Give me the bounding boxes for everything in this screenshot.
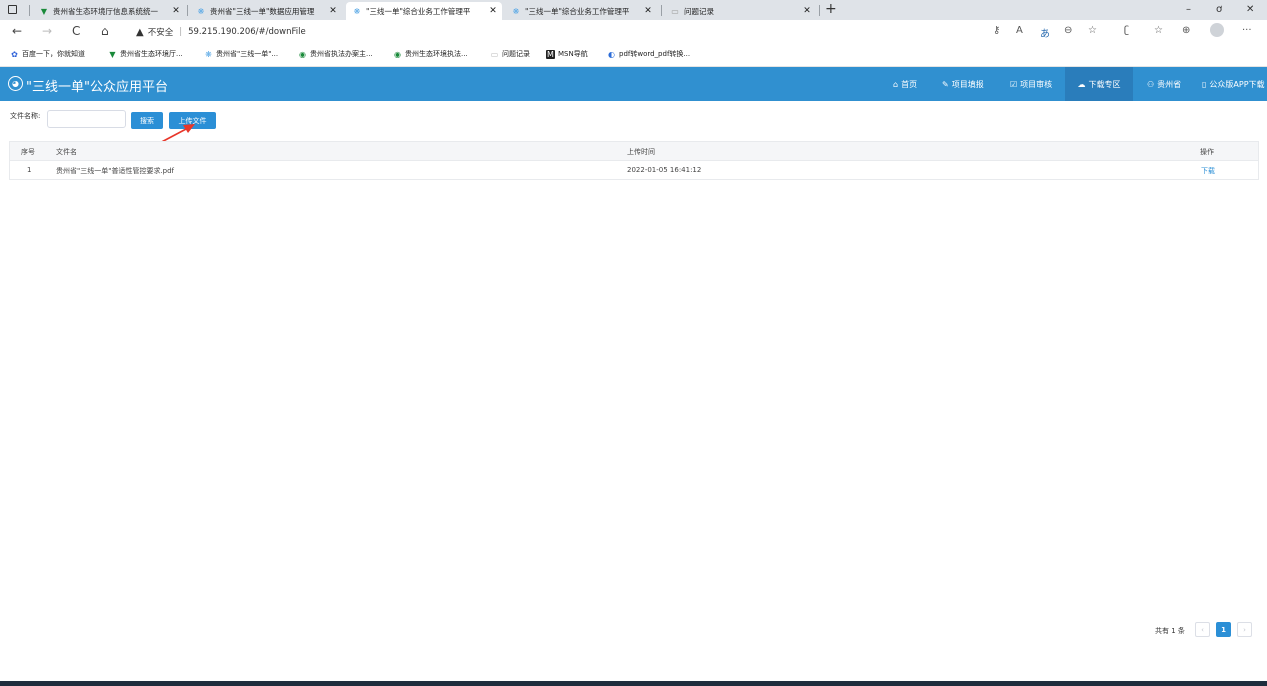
- warning-icon: ▲: [136, 26, 144, 38]
- browser-tab-strip: ▼ 贵州省生态环境厅信息系统统一 ✕ ❋ 贵州省"三线一单"数据应用管理 ✕ ❋…: [0, 0, 1267, 20]
- bookmark-item[interactable]: ▼ 贵州省生态环境厅...: [108, 49, 182, 59]
- menu-app-download[interactable]: ▯ 公众版APP下载: [1202, 67, 1265, 101]
- favorite-add-icon[interactable]: ☆: [1088, 25, 1097, 36]
- user-icon: ⚇: [1147, 79, 1155, 89]
- filename-input[interactable]: [47, 110, 126, 128]
- close-tab-icon[interactable]: ✕: [328, 6, 338, 16]
- read-aloud-icon[interactable]: A: [1016, 25, 1023, 36]
- baidu-icon: ✿: [11, 49, 18, 59]
- pdf-convert-icon: ◐: [608, 49, 615, 59]
- green-dot-icon: ◉: [394, 49, 401, 59]
- back-button[interactable]: ←: [12, 24, 22, 38]
- bookmark-item[interactable]: M MSN导航: [546, 49, 588, 59]
- table-header: 序号 文件名 上传时间 操作: [10, 142, 1258, 161]
- msn-icon: M: [546, 49, 555, 59]
- bookmark-item[interactable]: ✿ 百度一下，你就知道: [10, 49, 85, 59]
- home-button[interactable]: ⌂: [101, 24, 109, 38]
- download-link[interactable]: 下载: [1201, 166, 1215, 176]
- row-filename: 贵州省"三线一单"普适性管控要求.pdf: [56, 167, 175, 175]
- collections-icon[interactable]: ⊕: [1182, 25, 1190, 36]
- header-filename: 文件名: [56, 148, 77, 156]
- row-index: 1: [27, 166, 32, 174]
- row-upload-time: 2022-01-05 16:41:12: [627, 166, 702, 174]
- browser-tab[interactable]: ▭ 问题记录 ✕: [664, 2, 816, 20]
- close-tab-icon[interactable]: ✕: [488, 6, 498, 16]
- new-tab-button[interactable]: +: [825, 1, 837, 17]
- menu-project-review[interactable]: ☑ 项目审核: [1010, 67, 1052, 101]
- reload-button[interactable]: C: [72, 24, 80, 38]
- favorites-icon[interactable]: ☆: [1154, 25, 1163, 36]
- blue-flower-icon: ❋: [512, 6, 520, 16]
- header-action: 操作: [1200, 148, 1214, 156]
- minimize-button[interactable]: –: [1186, 4, 1191, 15]
- close-window-button[interactable]: ✕: [1246, 4, 1254, 15]
- v-logo-icon: ▼: [109, 49, 116, 59]
- restore-button[interactable]: ơ: [1216, 4, 1222, 15]
- blue-flower-icon: ❋: [353, 6, 361, 16]
- browser-tab[interactable]: ❋ 贵州省"三线一单"数据应用管理 ✕: [190, 2, 342, 20]
- pagination-total: 共有 1 条: [1155, 627, 1185, 635]
- translate-icon[interactable]: あ: [1040, 25, 1050, 40]
- table-row: 1 贵州省"三线一单"普适性管控要求.pdf 2022-01-05 16:41:…: [10, 161, 1258, 179]
- blue-flower-icon: ❋: [197, 6, 205, 16]
- zoom-icon[interactable]: ⊖: [1064, 25, 1072, 36]
- menu-project-fill[interactable]: ✎ 项目填报: [942, 67, 984, 101]
- file-table: 序号 文件名 上传时间 操作 1 贵州省"三线一单"普适性管控要求.pdf 20…: [9, 141, 1259, 180]
- forward-button[interactable]: →: [42, 24, 52, 38]
- extensions-icon[interactable]: ʗ: [1124, 25, 1129, 36]
- security-label: 不安全: [147, 28, 174, 38]
- browser-tab[interactable]: ❋ "三线一单"综合业务工作管理平 ✕: [505, 2, 657, 20]
- header-index: 序号: [21, 148, 35, 156]
- bookmark-item[interactable]: ❋ 贵州省"三线一单"...: [204, 49, 278, 59]
- green-dot-icon: ◉: [299, 49, 306, 59]
- cloud-download-icon: ☁: [1077, 79, 1086, 89]
- check-icon: ☑: [1010, 79, 1018, 89]
- app-title: "三线一单"公众应用平台: [26, 80, 168, 95]
- bookmark-item[interactable]: ◉ 贵州省执法办案主...: [298, 49, 373, 59]
- search-row: 文件名称:: [10, 111, 40, 121]
- browser-tab[interactable]: ▼ 贵州省生态环境厅信息系统统一 ✕: [33, 2, 185, 20]
- address-bar-row: ← → C ⌂ ▲ 不安全 | 59.215.190.206/#/downFil…: [0, 20, 1267, 44]
- close-tab-icon[interactable]: ✕: [643, 6, 653, 16]
- close-tab-icon[interactable]: ✕: [802, 6, 812, 16]
- key-icon[interactable]: ⚷: [993, 25, 1000, 36]
- profile-icon[interactable]: [1210, 23, 1224, 37]
- browser-tab-active[interactable]: ❋ "三线一单"综合业务工作管理平 ✕: [346, 2, 502, 20]
- v-logo-icon: ▼: [40, 6, 48, 16]
- tab-actions-icon[interactable]: [8, 5, 17, 14]
- bookmark-item[interactable]: ▭ 问题记录: [490, 49, 530, 59]
- next-page-button[interactable]: ›: [1237, 622, 1252, 637]
- page-icon: ▭: [671, 6, 679, 16]
- menu-user[interactable]: ⚇ 贵州省: [1147, 67, 1181, 101]
- platform-logo-icon: ◕: [8, 76, 23, 91]
- bookmark-item[interactable]: ◐ pdf转word_pdf转换...: [607, 49, 690, 59]
- prev-page-button[interactable]: ‹: [1195, 622, 1210, 637]
- app-header: ◕ "三线一单"公众应用平台 ⌂ 首页 ✎ 项目填报 ☑ 项目审核 ☁ 下载专区 ⚇ 贵州…: [0, 67, 1267, 101]
- bookmarks-bar: ✿ 百度一下，你就知道 ▼ 贵州省生态环境厅... ❋ 贵州省"三线一单"...…: [0, 44, 1267, 67]
- page-icon: ▭: [490, 49, 499, 59]
- page-1-button[interactable]: 1: [1216, 622, 1231, 637]
- menu-download-zone[interactable]: ☁ 下载专区: [1065, 67, 1133, 101]
- menu-home[interactable]: ⌂ 首页: [893, 67, 917, 101]
- edit-icon: ✎: [942, 79, 949, 89]
- more-icon[interactable]: ···: [1242, 25, 1252, 36]
- blue-flower-icon: ❋: [205, 49, 212, 59]
- phone-icon: ▯: [1202, 79, 1207, 89]
- address-field[interactable]: ▲ 不安全 | 59.215.190.206/#/downFile: [136, 26, 306, 39]
- close-tab-icon[interactable]: ✕: [171, 6, 181, 16]
- home-icon: ⌂: [893, 79, 899, 89]
- taskbar-edge: [0, 681, 1267, 686]
- filename-label: 文件名称:: [10, 112, 41, 120]
- url-text: 59.215.190.206/#/downFile: [188, 27, 306, 37]
- bookmark-item[interactable]: ◉ 贵州生态环境执法...: [393, 49, 468, 59]
- header-upload-time: 上传时间: [627, 148, 655, 156]
